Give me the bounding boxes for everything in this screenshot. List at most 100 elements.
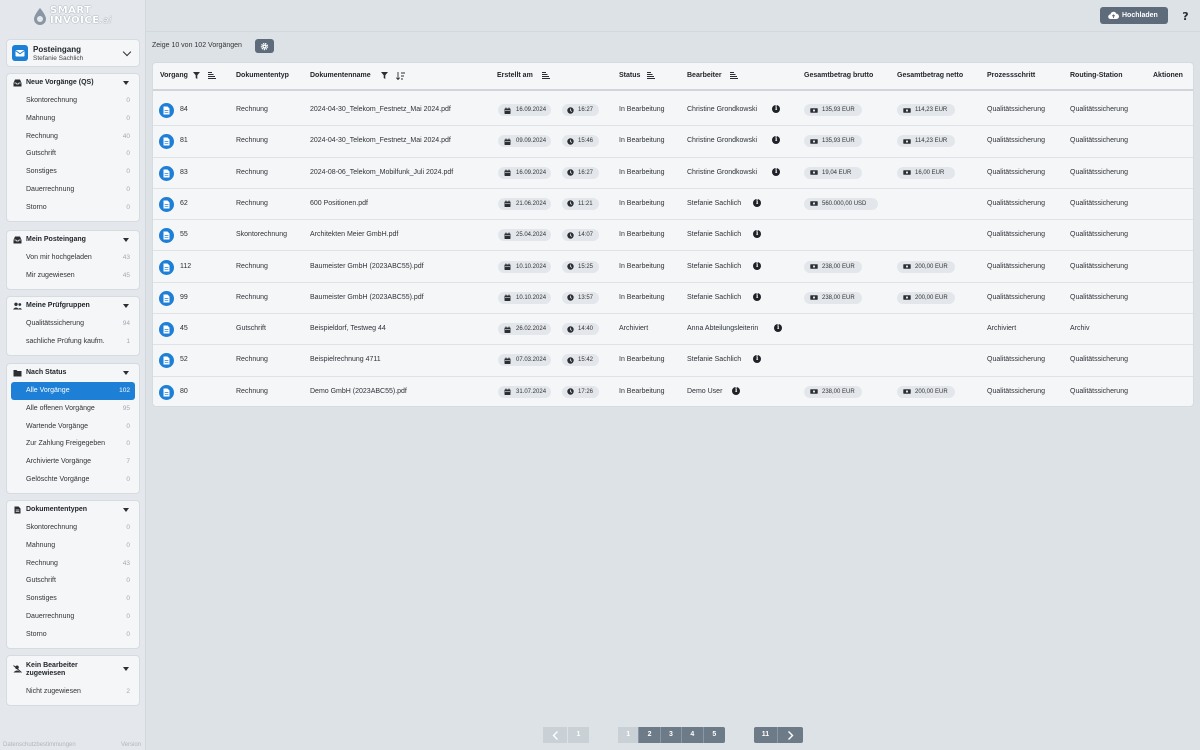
inbox-selector[interactable]: Posteingang Stefanie Sachlich (6, 39, 140, 67)
pdf-document-icon[interactable] (159, 353, 174, 369)
sidebar-item[interactable]: Rechnung 40 (7, 128, 139, 146)
sidebar-item[interactable]: Gutschrift 0 (7, 572, 139, 590)
document-name[interactable]: Beispielrechnung 4711 (310, 356, 381, 363)
vorgang-id[interactable]: 84 (180, 106, 188, 113)
page-1-button[interactable]: 1 (618, 727, 639, 743)
info-icon[interactable] (753, 198, 761, 207)
document-name[interactable]: 600 Positionen.pdf (310, 200, 368, 207)
sidebar-panel-header[interactable]: Nach Status (7, 364, 139, 382)
document-name[interactable]: Baumeister GmbH (2023ABC55).pdf (310, 263, 424, 270)
table-row[interactable]: 112 Rechnung Baumeister GmbH (2023ABC55).p… (153, 252, 1193, 283)
sidebar-item[interactable]: Mir zugewiesen 45 (7, 267, 139, 285)
table-row[interactable]: 55 Skontorechnung Architekten Meier GmbH.p… (153, 220, 1193, 252)
pdf-document-icon[interactable] (159, 322, 174, 338)
table-row[interactable]: 62 Rechnung 600 Positionen.pdf 21.06.2024 11… (153, 189, 1193, 221)
table-row[interactable]: 80 Rechnung Demo GmbH (2023ABC55).pdf 31.07… (153, 377, 1193, 408)
info-icon[interactable] (753, 292, 761, 301)
table-row[interactable]: 45 Gutschrift Beispieldorf, Testweg 44 26.0… (153, 314, 1193, 346)
sidebar-panel-header[interactable]: Neue Vorgänge (QS) (7, 74, 139, 92)
page-2-button[interactable]: 2 (639, 727, 659, 743)
info-icon[interactable] (732, 386, 740, 395)
sidebar-item[interactable]: Archivierte Vorgänge 7 (7, 453, 139, 471)
document-name[interactable]: Demo GmbH (2023ABC55).pdf (310, 388, 407, 395)
sidebar-item[interactable]: Sonstiges 0 (7, 590, 139, 608)
sidebar-item[interactable]: Dauerrechnung 0 (7, 181, 139, 199)
info-icon[interactable] (772, 167, 780, 176)
sidebar-item[interactable]: Sonstiges 0 (7, 163, 139, 181)
vorgang-id[interactable]: 62 (180, 200, 188, 207)
vorgang-id[interactable]: 52 (180, 356, 188, 363)
filter-icon[interactable] (381, 72, 388, 79)
col-gross[interactable]: Gesamtbetrag brutto (804, 72, 873, 79)
pdf-document-icon[interactable] (159, 384, 174, 400)
help-icon[interactable]: ? (1179, 9, 1192, 22)
vorgang-id[interactable]: 45 (180, 325, 188, 332)
page-3-button[interactable]: 3 (661, 727, 681, 743)
info-icon[interactable] (774, 324, 782, 333)
sidebar-item[interactable]: Von mir hochgeladen 43 (7, 249, 139, 267)
table-row[interactable]: 81 Rechnung 2024-04-30_Telekom_Festnetz_Ma… (153, 126, 1193, 158)
document-name[interactable]: 2024-04-30_Telekom_Festnetz_Mai 2024.pdf (310, 106, 451, 113)
sidebar-item[interactable]: Skontorechnung 0 (7, 92, 139, 110)
col-net[interactable]: Gesamtbetrag netto (897, 72, 963, 79)
col-docname[interactable]: Dokumentenname (310, 72, 371, 79)
col-station[interactable]: Routing-Station (1070, 72, 1123, 79)
sidebar-item[interactable]: Dauerrechnung 0 (7, 608, 139, 626)
sidebar-item[interactable]: sachliche Prüfung kaufm. 1 (7, 333, 139, 351)
document-name[interactable]: Architekten Meier GmbH.pdf (310, 231, 398, 238)
col-doctype[interactable]: Dokumententyp (236, 72, 289, 79)
sidebar-panel-header[interactable]: Kein Bearbeiter zugewiesen (7, 656, 139, 683)
prev-page-button[interactable] (543, 727, 567, 743)
filter-icon[interactable] (193, 72, 200, 79)
vorgang-id[interactable]: 83 (180, 169, 188, 176)
sidebar-panel-header[interactable]: Dokumententypen (7, 501, 139, 519)
upload-button[interactable]: Hochladen (1100, 7, 1168, 24)
info-icon[interactable] (753, 355, 761, 364)
pdf-document-icon[interactable] (159, 103, 174, 118)
page-4-button[interactable]: 4 (682, 727, 702, 743)
sidebar-item[interactable]: Gelöschte Vorgänge 0 (7, 471, 139, 489)
sort-lines-icon[interactable] (730, 72, 738, 79)
sidebar-item[interactable]: Wartende Vorgänge 0 (7, 418, 139, 436)
sort-lines-icon[interactable] (647, 72, 655, 79)
next-page-button[interactable] (778, 727, 803, 743)
pdf-document-icon[interactable] (159, 228, 174, 244)
sidebar-item[interactable]: Mahnung 0 (7, 537, 139, 555)
privacy-link[interactable]: Datenschutzbestimmungen (3, 742, 76, 748)
pdf-document-icon[interactable] (159, 290, 174, 306)
vorgang-id[interactable]: 99 (180, 294, 188, 301)
page-5-button[interactable]: 5 (704, 727, 725, 743)
vorgang-id[interactable]: 81 (180, 137, 188, 144)
sidebar-item[interactable]: Skontorechnung 0 (7, 519, 139, 537)
sidebar-panel-header[interactable]: Meine Prüfgruppen (7, 297, 139, 315)
sort-lines-icon[interactable] (542, 72, 550, 79)
info-icon[interactable] (753, 230, 761, 239)
info-icon[interactable] (753, 261, 761, 270)
vorgang-id[interactable]: 112 (180, 263, 191, 270)
vorgang-id[interactable]: 80 (180, 388, 188, 395)
sidebar-item[interactable]: Storno 0 (7, 199, 139, 217)
sidebar-item[interactable]: Qualitätssicherung 94 (7, 315, 139, 333)
pdf-document-icon[interactable] (159, 165, 174, 181)
col-step[interactable]: Prozessschritt (987, 72, 1035, 79)
last-page-button[interactable]: 11 (754, 727, 777, 743)
smart-invoice-logo[interactable]: SMART INVOICE.ai (33, 5, 117, 29)
sidebar-item[interactable]: Alle Vorgänge 102 (11, 382, 135, 400)
pdf-document-icon[interactable] (159, 134, 174, 150)
vorgang-id[interactable]: 55 (180, 231, 188, 238)
col-vorgang[interactable]: Vorgang (160, 72, 188, 79)
sidebar-item[interactable]: Storno 0 (7, 626, 139, 644)
table-settings-button[interactable] (255, 39, 274, 53)
document-name[interactable]: Baumeister GmbH (2023ABC55).pdf (310, 294, 424, 301)
sidebar-item[interactable]: Zur Zahlung Freigegeben 0 (7, 435, 139, 453)
sort-ascending-icon[interactable] (396, 72, 405, 80)
info-icon[interactable] (772, 136, 780, 145)
table-row[interactable]: 52 Rechnung Beispielrechnung 4711 07.03.202… (153, 345, 1193, 377)
pdf-document-icon[interactable] (159, 259, 174, 275)
document-name[interactable]: 2024-08-06_Telekom_Mobilfunk_Juli 2024.p… (310, 169, 453, 176)
document-name[interactable]: Beispieldorf, Testweg 44 (310, 325, 386, 332)
table-row[interactable]: 83 Rechnung 2024-08-06_Telekom_Mobilfunk_J… (153, 158, 1193, 189)
sidebar-panel-header[interactable]: Mein Posteingang (7, 231, 139, 249)
sidebar-item[interactable]: Nicht zugewiesen 2 (7, 683, 139, 701)
first-page-button[interactable]: 1 (568, 727, 589, 743)
